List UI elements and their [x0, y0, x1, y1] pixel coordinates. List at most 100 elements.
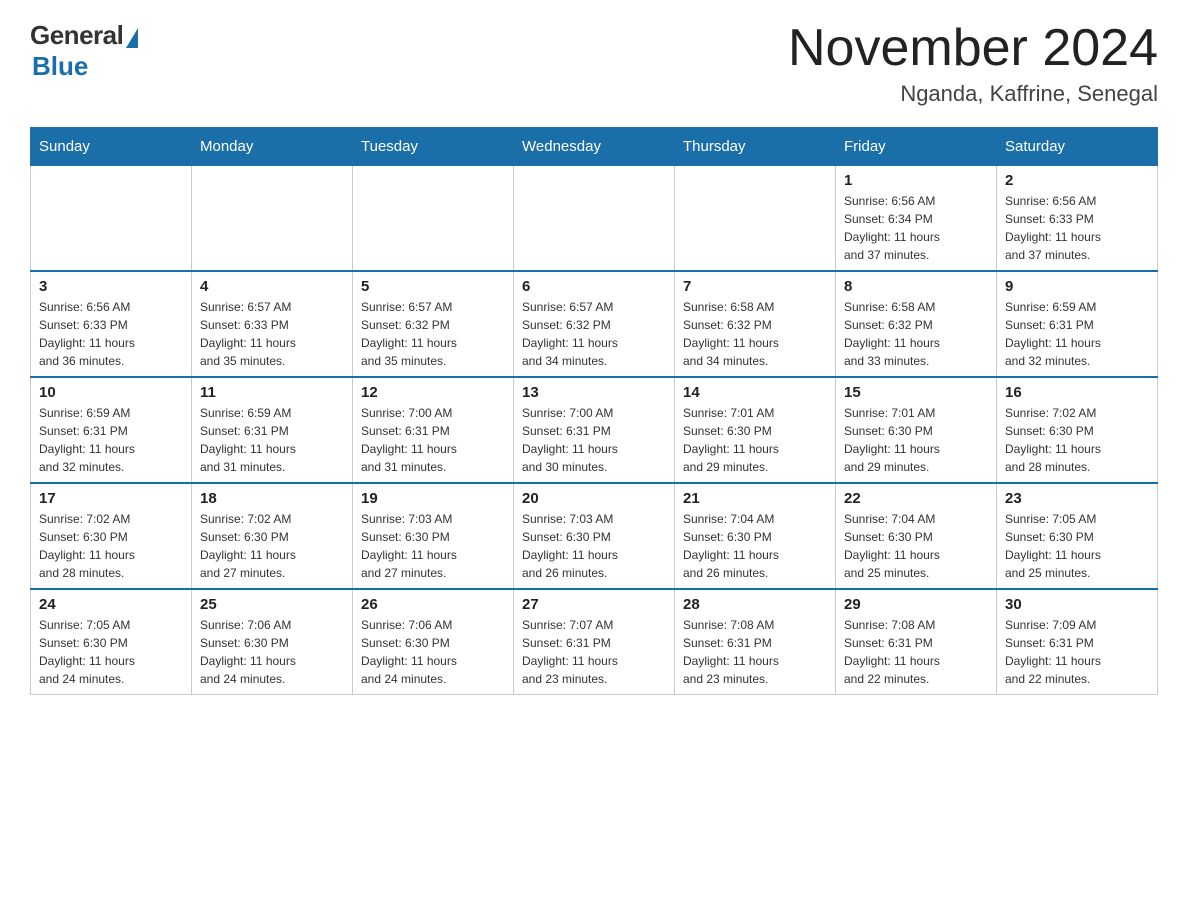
page-header: General Blue November 2024 Nganda, Kaffr…	[30, 20, 1158, 107]
calendar-cell: 9 Sunrise: 6:59 AM Sunset: 6:31 PM Daylig…	[997, 271, 1158, 377]
day-number: 26	[361, 596, 505, 613]
day-number: 22	[844, 490, 988, 507]
day-number: 19	[361, 490, 505, 507]
day-number: 9	[1005, 278, 1149, 295]
day-number: 11	[200, 384, 344, 401]
day-number: 13	[522, 384, 666, 401]
day-number: 5	[361, 278, 505, 295]
calendar-header-row: SundayMondayTuesdayWednesdayThursdayFrid…	[31, 128, 1158, 166]
calendar-cell: 12 Sunrise: 7:00 AM Sunset: 6:31 PM Dayli…	[353, 377, 514, 483]
week-row-4: 17Sunrise: 7:02 AM Sunset: 6:30 PM Dayli…	[31, 483, 1158, 589]
calendar-cell: 25Sunrise: 7:06 AM Sunset: 6:30 PM Dayli…	[192, 589, 353, 695]
calendar-cell: 13 Sunrise: 7:00 AM Sunset: 6:31 PM Dayli…	[514, 377, 675, 483]
day-info: Sunrise: 6:59 AM Sunset: 6:31 PM Dayligh…	[39, 406, 135, 474]
logo: General Blue	[30, 20, 138, 82]
day-number: 8	[844, 278, 988, 295]
day-info: Sunrise: 6:57 AM Sunset: 6:33 PM Dayligh…	[200, 300, 296, 368]
calendar-cell: 22Sunrise: 7:04 AM Sunset: 6:30 PM Dayli…	[836, 483, 997, 589]
day-info: Sunrise: 6:57 AM Sunset: 6:32 PM Dayligh…	[361, 300, 457, 368]
weekday-header-wednesday: Wednesday	[514, 128, 675, 166]
day-info: Sunrise: 6:56 AM Sunset: 6:33 PM Dayligh…	[39, 300, 135, 368]
day-number: 12	[361, 384, 505, 401]
day-number: 27	[522, 596, 666, 613]
day-info: Sunrise: 7:06 AM Sunset: 6:30 PM Dayligh…	[200, 618, 296, 686]
logo-general-text: General	[30, 20, 123, 51]
day-info: Sunrise: 7:08 AM Sunset: 6:31 PM Dayligh…	[844, 618, 940, 686]
day-info: Sunrise: 7:00 AM Sunset: 6:31 PM Dayligh…	[522, 406, 618, 474]
day-number: 10	[39, 384, 183, 401]
day-info: Sunrise: 7:09 AM Sunset: 6:31 PM Dayligh…	[1005, 618, 1101, 686]
day-number: 21	[683, 490, 827, 507]
day-info: Sunrise: 6:59 AM Sunset: 6:31 PM Dayligh…	[200, 406, 296, 474]
day-number: 6	[522, 278, 666, 295]
day-info: Sunrise: 6:56 AM Sunset: 6:34 PM Dayligh…	[844, 194, 940, 262]
week-row-2: 3 Sunrise: 6:56 AM Sunset: 6:33 PM Daylig…	[31, 271, 1158, 377]
day-number: 23	[1005, 490, 1149, 507]
logo-blue-text: Blue	[32, 51, 88, 82]
weekday-header-sunday: Sunday	[31, 128, 192, 166]
calendar-cell: 1 Sunrise: 6:56 AM Sunset: 6:34 PM Daylig…	[836, 166, 997, 272]
calendar-cell: 28 Sunrise: 7:08 AM Sunset: 6:31 PM Dayli…	[675, 589, 836, 695]
calendar-cell: 2 Sunrise: 6:56 AM Sunset: 6:33 PM Daylig…	[997, 166, 1158, 272]
calendar-cell: 18 Sunrise: 7:02 AM Sunset: 6:30 PM Dayli…	[192, 483, 353, 589]
calendar-table: SundayMondayTuesdayWednesdayThursdayFrid…	[30, 127, 1158, 695]
calendar-cell	[675, 166, 836, 272]
calendar-cell: 15Sunrise: 7:01 AM Sunset: 6:30 PM Dayli…	[836, 377, 997, 483]
day-number: 3	[39, 278, 183, 295]
day-number: 30	[1005, 596, 1149, 613]
calendar-cell: 29 Sunrise: 7:08 AM Sunset: 6:31 PM Dayli…	[836, 589, 997, 695]
calendar-cell: 8 Sunrise: 6:58 AM Sunset: 6:32 PM Daylig…	[836, 271, 997, 377]
day-number: 28	[683, 596, 827, 613]
day-number: 2	[1005, 172, 1149, 189]
day-number: 7	[683, 278, 827, 295]
day-info: Sunrise: 7:03 AM Sunset: 6:30 PM Dayligh…	[361, 512, 457, 580]
calendar-cell	[31, 166, 192, 272]
calendar-cell	[514, 166, 675, 272]
calendar-cell	[192, 166, 353, 272]
day-number: 16	[1005, 384, 1149, 401]
weekday-header-saturday: Saturday	[997, 128, 1158, 166]
calendar-cell: 16Sunrise: 7:02 AM Sunset: 6:30 PM Dayli…	[997, 377, 1158, 483]
calendar-cell: 6 Sunrise: 6:57 AM Sunset: 6:32 PM Daylig…	[514, 271, 675, 377]
calendar-cell: 10 Sunrise: 6:59 AM Sunset: 6:31 PM Dayli…	[31, 377, 192, 483]
day-number: 1	[844, 172, 988, 189]
calendar-cell: 19 Sunrise: 7:03 AM Sunset: 6:30 PM Dayli…	[353, 483, 514, 589]
weekday-header-monday: Monday	[192, 128, 353, 166]
calendar-cell: 17Sunrise: 7:02 AM Sunset: 6:30 PM Dayli…	[31, 483, 192, 589]
day-info: Sunrise: 7:08 AM Sunset: 6:31 PM Dayligh…	[683, 618, 779, 686]
day-number: 29	[844, 596, 988, 613]
week-row-5: 24 Sunrise: 7:05 AM Sunset: 6:30 PM Dayli…	[31, 589, 1158, 695]
day-info: Sunrise: 6:58 AM Sunset: 6:32 PM Dayligh…	[683, 300, 779, 368]
day-number: 24	[39, 596, 183, 613]
day-info: Sunrise: 7:05 AM Sunset: 6:30 PM Dayligh…	[39, 618, 135, 686]
day-info: Sunrise: 7:07 AM Sunset: 6:31 PM Dayligh…	[522, 618, 618, 686]
day-info: Sunrise: 6:58 AM Sunset: 6:32 PM Dayligh…	[844, 300, 940, 368]
calendar-cell: 11 Sunrise: 6:59 AM Sunset: 6:31 PM Dayli…	[192, 377, 353, 483]
calendar-cell: 7 Sunrise: 6:58 AM Sunset: 6:32 PM Daylig…	[675, 271, 836, 377]
calendar-cell: 26 Sunrise: 7:06 AM Sunset: 6:30 PM Dayli…	[353, 589, 514, 695]
week-row-3: 10 Sunrise: 6:59 AM Sunset: 6:31 PM Dayli…	[31, 377, 1158, 483]
calendar-cell: 30 Sunrise: 7:09 AM Sunset: 6:31 PM Dayli…	[997, 589, 1158, 695]
day-info: Sunrise: 7:06 AM Sunset: 6:30 PM Dayligh…	[361, 618, 457, 686]
day-info: Sunrise: 7:05 AM Sunset: 6:30 PM Dayligh…	[1005, 512, 1101, 580]
day-info: Sunrise: 7:02 AM Sunset: 6:30 PM Dayligh…	[200, 512, 296, 580]
calendar-cell: 23 Sunrise: 7:05 AM Sunset: 6:30 PM Dayli…	[997, 483, 1158, 589]
logo-triangle-icon	[126, 28, 138, 48]
calendar-cell: 5 Sunrise: 6:57 AM Sunset: 6:32 PM Daylig…	[353, 271, 514, 377]
day-info: Sunrise: 7:03 AM Sunset: 6:30 PM Dayligh…	[522, 512, 618, 580]
weekday-header-friday: Friday	[836, 128, 997, 166]
calendar-cell: 14 Sunrise: 7:01 AM Sunset: 6:30 PM Dayli…	[675, 377, 836, 483]
week-row-1: 1 Sunrise: 6:56 AM Sunset: 6:34 PM Daylig…	[31, 166, 1158, 272]
title-section: November 2024 Nganda, Kaffrine, Senegal	[788, 20, 1158, 107]
day-number: 20	[522, 490, 666, 507]
day-info: Sunrise: 6:57 AM Sunset: 6:32 PM Dayligh…	[522, 300, 618, 368]
day-number: 14	[683, 384, 827, 401]
day-number: 4	[200, 278, 344, 295]
day-info: Sunrise: 6:59 AM Sunset: 6:31 PM Dayligh…	[1005, 300, 1101, 368]
calendar-cell: 24 Sunrise: 7:05 AM Sunset: 6:30 PM Dayli…	[31, 589, 192, 695]
day-info: Sunrise: 7:01 AM Sunset: 6:30 PM Dayligh…	[683, 406, 779, 474]
day-number: 18	[200, 490, 344, 507]
calendar-cell: 4 Sunrise: 6:57 AM Sunset: 6:33 PM Daylig…	[192, 271, 353, 377]
day-info: Sunrise: 7:00 AM Sunset: 6:31 PM Dayligh…	[361, 406, 457, 474]
day-info: Sunrise: 6:56 AM Sunset: 6:33 PM Dayligh…	[1005, 194, 1101, 262]
